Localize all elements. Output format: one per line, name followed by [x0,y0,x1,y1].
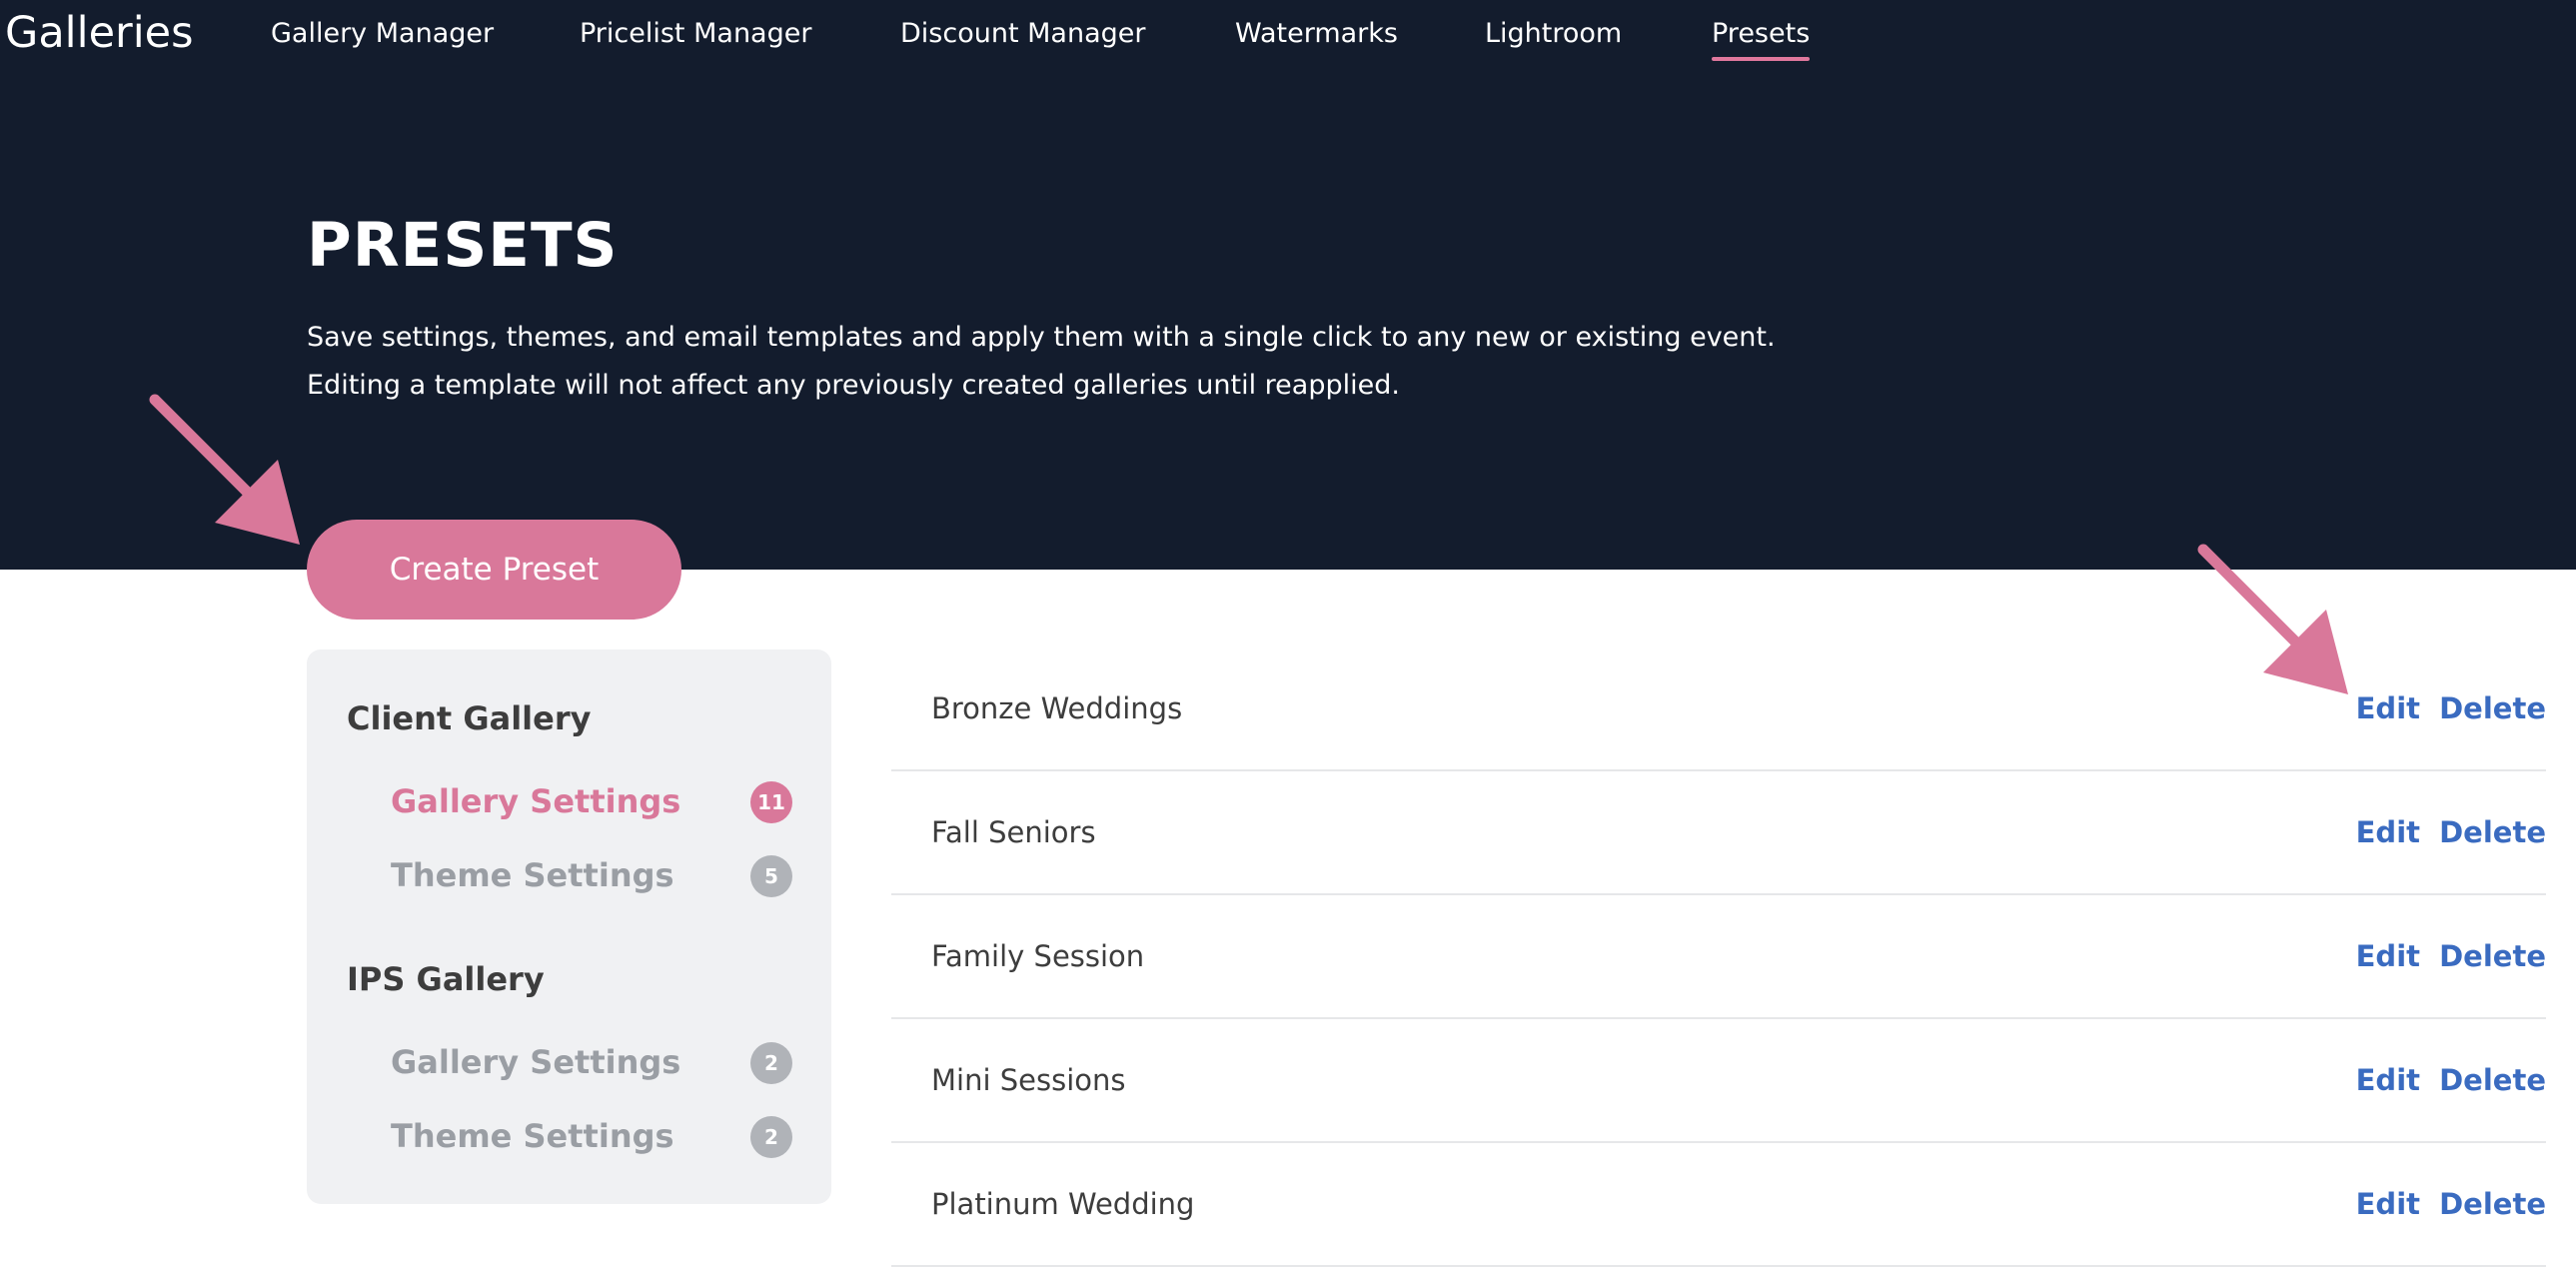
list-item: Platinum Wedding Edit Delete [891,1143,2546,1267]
edit-link[interactable]: Edit [2356,1187,2420,1221]
delete-link[interactable]: Delete [2439,1063,2546,1097]
count-badge: 2 [750,1116,792,1158]
list-item: Family Session Edit Delete [891,895,2546,1019]
nav-pricelist-manager[interactable]: Pricelist Manager [580,18,811,49]
delete-link[interactable]: Delete [2439,1187,2546,1221]
page-title: PRESETS [307,210,619,281]
delete-link[interactable]: Delete [2439,815,2546,849]
preset-name: Bronze Weddings [931,691,1183,725]
list-item: Bronze Weddings Edit Delete [891,647,2546,771]
preset-name: Mini Sessions [931,1063,1126,1097]
sidebar-item-label: Gallery Settings [391,1043,681,1081]
create-preset-button[interactable]: Create Preset [307,520,681,620]
sidebar-item-label: Theme Settings [391,856,674,894]
list-item: Fall Seniors Edit Delete [891,771,2546,895]
sidebar-heading-client-gallery: Client Gallery [347,699,592,737]
brand-title[interactable]: Galleries [5,8,194,58]
count-badge: 2 [750,1042,792,1084]
sidebar-heading-ips-gallery: IPS Gallery [347,960,545,998]
page-header-banner [0,0,2576,570]
arrow-icon [149,394,300,545]
top-navigation: Galleries Gallery Manager Pricelist Mana… [0,0,2576,70]
sidebar-item-label: Gallery Settings [391,782,681,820]
delete-link[interactable]: Delete [2439,939,2546,973]
edit-link[interactable]: Edit [2356,1063,2420,1097]
page-description-line-2: Editing a template will not affect any p… [307,370,1400,401]
sidebar-item-ips-gallery-settings[interactable]: Gallery Settings 2 [391,1039,792,1087]
list-item: Mini Sessions Edit Delete [891,1019,2546,1143]
preset-list: Bronze Weddings Edit Delete Fall Seniors… [891,647,2546,1267]
edit-link[interactable]: Edit [2356,939,2420,973]
preset-name: Fall Seniors [931,815,1096,849]
page-description-line-1: Save settings, themes, and email templat… [307,322,1776,353]
preset-name: Platinum Wedding [931,1187,1195,1221]
sidebar-item-ips-theme-settings[interactable]: Theme Settings 2 [391,1113,792,1161]
nav-watermarks[interactable]: Watermarks [1235,18,1398,49]
nav-presets[interactable]: Presets [1712,18,1811,61]
count-badge: 11 [750,781,792,823]
sidebar-item-client-theme-settings[interactable]: Theme Settings 5 [391,852,792,900]
preset-category-sidebar: Client Gallery Gallery Settings 11 Theme… [307,649,831,1204]
sidebar-item-client-gallery-settings[interactable]: Gallery Settings 11 [391,778,792,826]
nav-lightroom[interactable]: Lightroom [1485,18,1622,49]
sidebar-item-label: Theme Settings [391,1117,674,1155]
delete-link[interactable]: Delete [2439,691,2546,725]
nav-gallery-manager[interactable]: Gallery Manager [271,18,494,49]
edit-link[interactable]: Edit [2356,815,2420,849]
edit-link[interactable]: Edit [2356,691,2420,725]
preset-name: Family Session [931,939,1145,973]
count-badge: 5 [750,855,792,897]
nav-discount-manager[interactable]: Discount Manager [900,18,1145,49]
